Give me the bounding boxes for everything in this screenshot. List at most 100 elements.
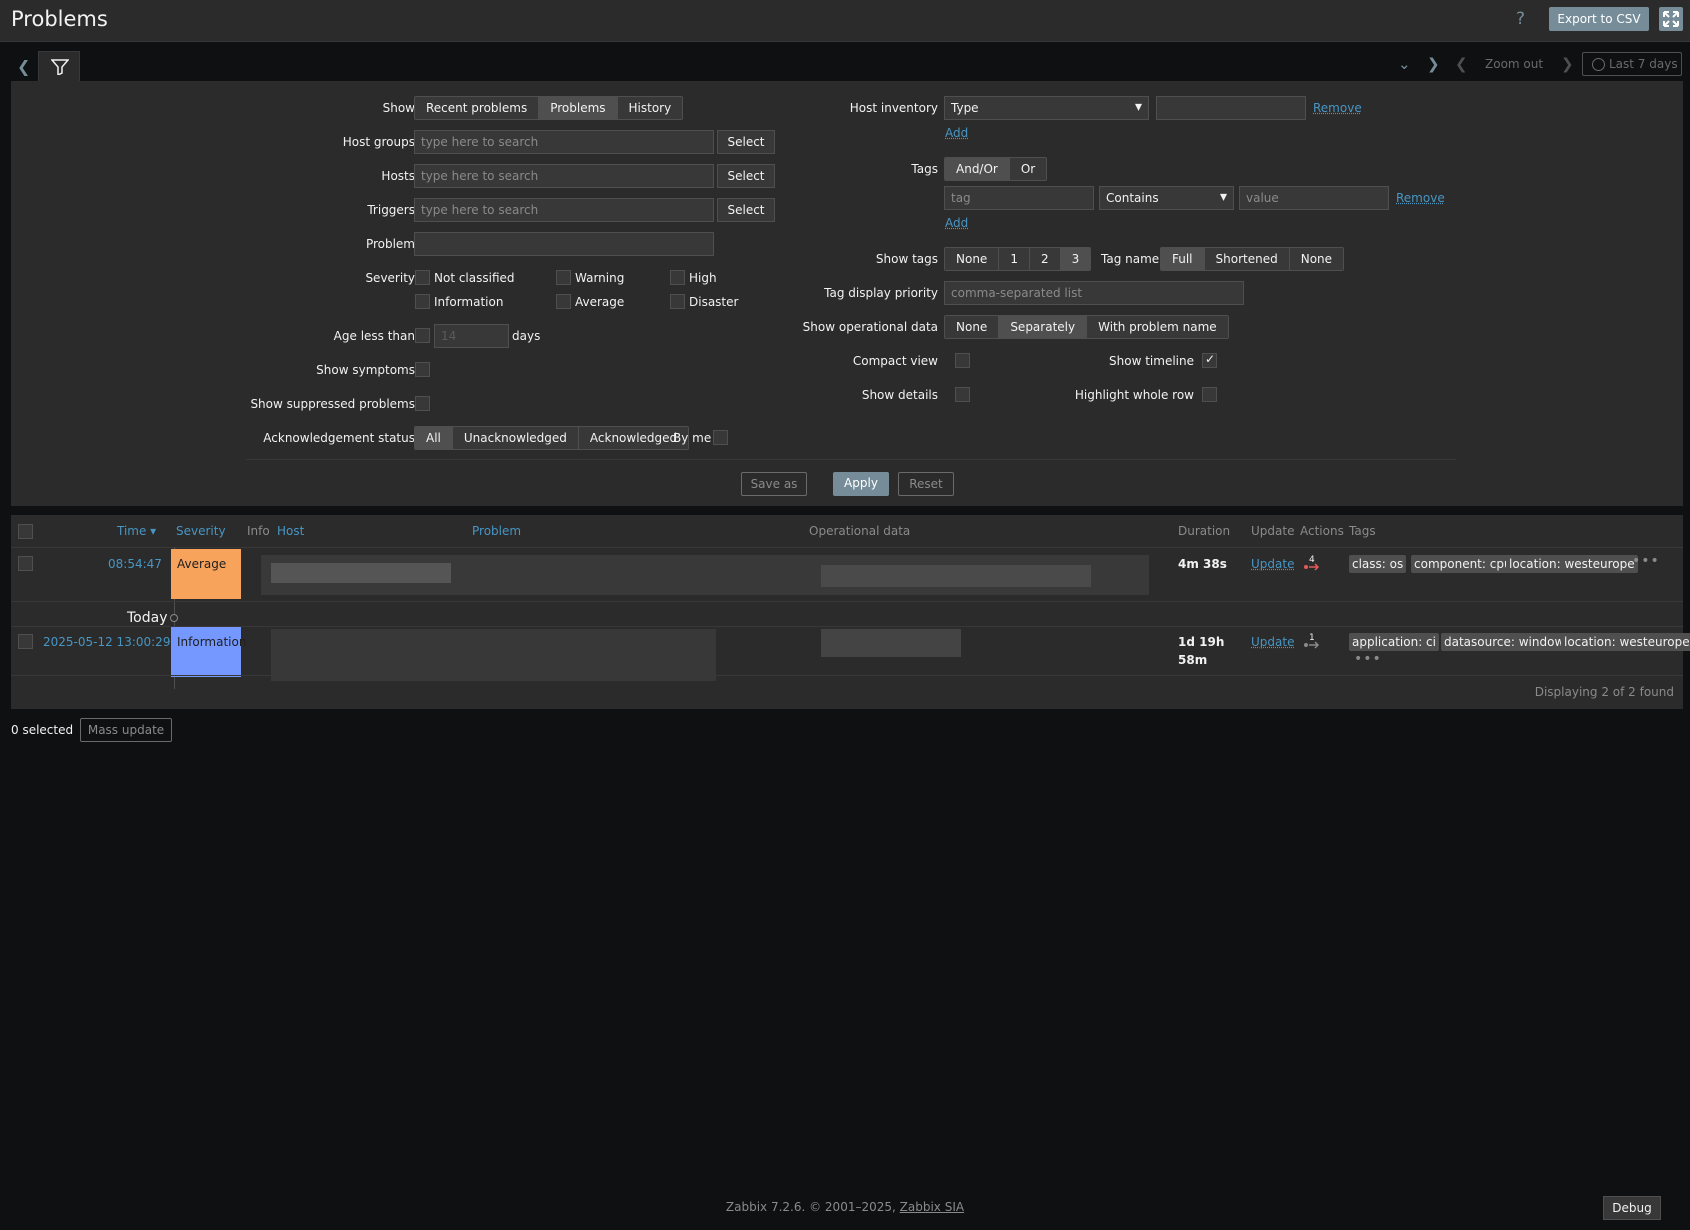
host-groups-label: Host groups: [342, 135, 415, 149]
tag-pill[interactable]: component: cpu: [1411, 555, 1515, 573]
triggers-select-button[interactable]: Select: [717, 198, 775, 222]
select-all-checkbox[interactable]: [18, 524, 33, 539]
hosts-select-button[interactable]: Select: [717, 164, 775, 188]
row-update-link[interactable]: Update: [1251, 635, 1294, 649]
problem-input[interactable]: [414, 232, 714, 256]
show-history[interactable]: History: [617, 97, 683, 119]
more-tags-icon[interactable]: •••: [1354, 651, 1382, 667]
tag-name-none[interactable]: None: [1289, 248, 1344, 270]
help-icon[interactable]: ?: [1516, 9, 1525, 29]
host-inventory-add-link[interactable]: Add: [945, 126, 968, 140]
fullscreen-button[interactable]: [1659, 7, 1683, 31]
time-back-icon[interactable]: ❮: [1455, 55, 1468, 73]
time-forward-icon[interactable]: ❯: [1561, 55, 1574, 73]
tags-andor[interactable]: And/Or: [945, 158, 1010, 180]
tag-pill[interactable]: application: ci: [1349, 633, 1439, 651]
hosts-input[interactable]: type here to search: [414, 164, 714, 188]
time-range-tab[interactable]: Last 7 days: [1582, 52, 1682, 76]
severity-warning-label: Warning: [575, 271, 625, 285]
opdata-separately[interactable]: Separately: [999, 316, 1088, 338]
tag-pill[interactable]: class: os: [1349, 555, 1407, 573]
header-actions: Actions: [1300, 524, 1344, 538]
severity-information-checkbox[interactable]: [415, 294, 430, 309]
show-tags-3[interactable]: 3: [1060, 248, 1091, 270]
show-symptoms-label: Show symptoms: [316, 363, 415, 377]
by-me-label: By me: [673, 431, 712, 445]
save-as-button[interactable]: Save as: [741, 472, 807, 496]
severity-average-checkbox[interactable]: [556, 294, 571, 309]
host-inventory-remove-link[interactable]: Remove: [1313, 101, 1362, 115]
header-host[interactable]: Host: [277, 524, 304, 538]
compact-view-checkbox[interactable]: [955, 353, 970, 368]
show-suppressed-checkbox[interactable]: [415, 396, 430, 411]
ack-all[interactable]: All: [415, 427, 453, 449]
mass-update-button[interactable]: Mass update: [80, 718, 172, 742]
tag-name-full[interactable]: Full: [1161, 248, 1205, 270]
severity-not-classified-checkbox[interactable]: [415, 270, 430, 285]
actions-arrow-icon: 1: [1304, 633, 1320, 649]
opdata-none[interactable]: None: [945, 316, 1000, 338]
tags-or[interactable]: Or: [1009, 158, 1047, 180]
apply-button[interactable]: Apply: [833, 472, 889, 496]
severity-disaster-checkbox[interactable]: [670, 294, 685, 309]
tag-priority-input[interactable]: comma-separated list: [944, 281, 1244, 305]
chevron-right-icon[interactable]: ❯: [1427, 55, 1440, 73]
reset-button[interactable]: Reset: [898, 472, 954, 496]
severity-warning-checkbox[interactable]: [556, 270, 571, 285]
row-update-link[interactable]: Update: [1251, 557, 1294, 571]
tag-add-link[interactable]: Add: [945, 216, 968, 230]
tag-pill[interactable]: location: westeurope: [1506, 555, 1638, 573]
age-days-input[interactable]: 14: [434, 324, 509, 348]
show-recent[interactable]: Recent problems: [415, 97, 540, 119]
opdata-with-problem-name[interactable]: With problem name: [1087, 316, 1228, 338]
row-checkbox[interactable]: [18, 556, 33, 571]
export-csv-button[interactable]: Export to CSV: [1549, 7, 1649, 31]
age-checkbox[interactable]: [415, 328, 430, 343]
row-checkbox[interactable]: [18, 634, 33, 649]
host-groups-input[interactable]: type here to search: [414, 130, 714, 154]
tag-remove-link[interactable]: Remove: [1396, 191, 1445, 205]
severity-high-checkbox[interactable]: [670, 270, 685, 285]
header-problem[interactable]: Problem: [472, 524, 521, 538]
chevron-down-icon[interactable]: ⌄: [1398, 55, 1411, 73]
header-time[interactable]: Time ▾: [117, 524, 156, 538]
ack-unacknowledged[interactable]: Unacknowledged: [452, 427, 579, 449]
row-time-link[interactable]: 2025-05-12 13:00:29: [43, 635, 170, 649]
chevron-left-icon[interactable]: ❮: [17, 57, 30, 76]
show-problems[interactable]: Problems: [539, 97, 618, 119]
tab-filter[interactable]: [38, 51, 80, 81]
tag-pill[interactable]: datasource: windows: [1441, 633, 1574, 651]
by-me-checkbox[interactable]: [713, 430, 728, 445]
severity-not-classified-label: Not classified: [434, 271, 515, 285]
show-symptoms-checkbox[interactable]: [415, 362, 430, 377]
tag-name-shortened[interactable]: Shortened: [1204, 248, 1290, 270]
actions-icon[interactable]: 1: [1303, 632, 1321, 655]
host-groups-select-button[interactable]: Select: [717, 130, 775, 154]
more-tags-icon[interactable]: •••: [1632, 553, 1660, 569]
host-inventory-value-input[interactable]: [1156, 96, 1306, 120]
tag-operator-dropdown[interactable]: Contains: [1099, 186, 1234, 210]
tag-pill[interactable]: location: westeurope: [1561, 633, 1690, 651]
highlight-row-checkbox[interactable]: [1202, 387, 1217, 402]
footer-copyright: Zabbix 7.2.6. © 2001–2025,: [725, 1200, 896, 1214]
actions-icon[interactable]: 4: [1303, 554, 1321, 577]
show-tags-1[interactable]: 1: [999, 248, 1030, 270]
operational-data-label: Show operational data: [802, 320, 938, 334]
show-timeline-checkbox[interactable]: [1202, 352, 1217, 368]
row-time-link[interactable]: 08:54:47: [108, 557, 162, 571]
show-label: Show: [382, 101, 415, 115]
show-tags-2[interactable]: 2: [1029, 248, 1061, 270]
header-severity[interactable]: Severity: [176, 524, 226, 538]
debug-button[interactable]: Debug: [1603, 1196, 1661, 1220]
zoom-out-button[interactable]: Zoom out: [1485, 57, 1543, 71]
tag-name-input[interactable]: tag: [944, 186, 1094, 210]
filter-panel: Show Recent problems Problems History Ho…: [11, 81, 1683, 506]
tag-value-input[interactable]: value: [1239, 186, 1389, 210]
footer-company-link[interactable]: Zabbix SIA: [900, 1200, 964, 1214]
hosts-label: Hosts: [381, 169, 415, 183]
show-tags-none[interactable]: None: [945, 248, 1000, 270]
host-inventory-type-dropdown[interactable]: Type: [944, 96, 1149, 120]
triggers-input[interactable]: type here to search: [414, 198, 714, 222]
ack-acknowledged[interactable]: Acknowledged: [578, 427, 689, 449]
show-details-checkbox[interactable]: [955, 387, 970, 402]
